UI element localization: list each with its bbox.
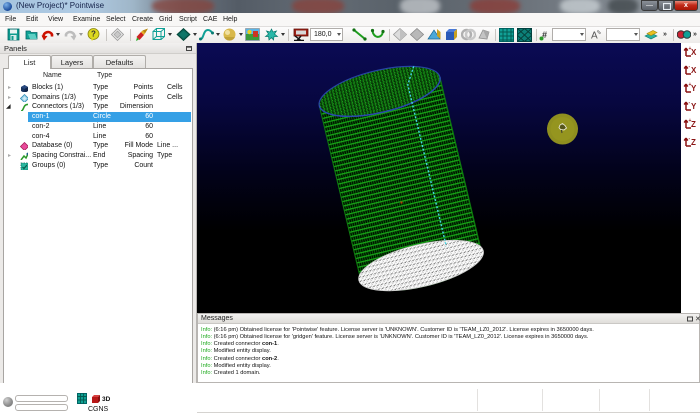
svg-text:+: + <box>689 46 692 52</box>
svg-text:+: + <box>689 82 692 88</box>
svg-text:X: X <box>691 66 697 75</box>
svg-text:Y: Y <box>691 84 697 93</box>
svg-text:Z: Z <box>691 138 696 147</box>
svg-text:X: X <box>691 48 697 57</box>
svg-text:?: ? <box>91 30 96 39</box>
svg-text:Z: Z <box>691 120 696 129</box>
svg-text:A: A <box>591 31 598 42</box>
svg-text:Y: Y <box>691 102 697 111</box>
svg-text:+: + <box>689 118 692 124</box>
